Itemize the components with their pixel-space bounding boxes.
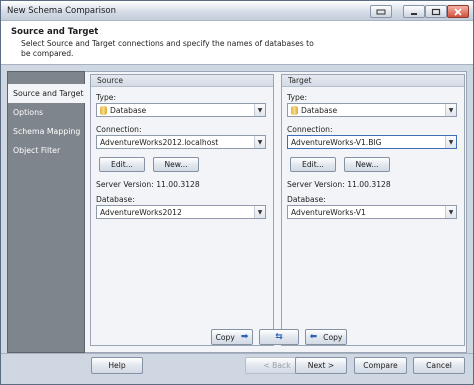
minimize-button[interactable]	[403, 5, 425, 18]
target-server-version: Server Version: 11.00.3128	[287, 180, 391, 189]
source-edit-button[interactable]: Edit...	[99, 157, 145, 172]
compare-button[interactable]: Compare	[354, 357, 407, 374]
source-group-header: Source	[91, 75, 273, 87]
target-database-label: Database:	[287, 195, 326, 204]
next-button[interactable]: Next >	[295, 357, 347, 374]
window-title: New Schema Comparison	[7, 6, 117, 16]
nav-item-label: Schema Mapping	[13, 127, 81, 136]
page-description: Select Source and Target connections and…	[21, 39, 314, 58]
chevron-down-icon[interactable]: ▼	[445, 104, 456, 116]
nav-item-options[interactable]: Options	[8, 103, 84, 122]
target-edit-button[interactable]: Edit...	[290, 157, 336, 172]
arrow-left-icon: ⬅	[309, 332, 318, 342]
arrow-right-icon: ➡	[240, 332, 249, 342]
database-icon	[100, 105, 107, 115]
restore-icon	[376, 9, 386, 14]
source-database-select[interactable]: AdventureWorks2012 ▼	[96, 205, 266, 219]
target-connection-select[interactable]: AdventureWorks-V1.BIG ▼	[287, 135, 457, 149]
swap-arrows-icon: ⇆	[275, 332, 283, 342]
nav-item-label: Object Filter	[13, 146, 61, 155]
target-type-select[interactable]: Database ▼	[287, 103, 457, 117]
help-button[interactable]: Help	[91, 357, 143, 374]
target-database-value: AdventureWorks-V1	[291, 207, 366, 217]
target-type-value: Database	[301, 105, 338, 115]
chevron-down-icon[interactable]: ▼	[254, 136, 265, 148]
nav-item-object-filter[interactable]: Object Filter	[8, 141, 84, 160]
maximize-button[interactable]	[425, 5, 447, 18]
footer-divider	[1, 353, 473, 354]
chevron-down-icon[interactable]: ▼	[254, 206, 265, 218]
nav-item-schema-mapping[interactable]: Schema Mapping	[8, 122, 84, 141]
source-type-select[interactable]: Database ▼	[96, 103, 266, 117]
copy-to-source-label: Copy	[323, 332, 343, 342]
swap-button[interactable]: ⇆	[259, 329, 299, 345]
source-connection-label: Connection:	[96, 125, 142, 134]
dialog-window: New Schema Comparison Source and Target …	[0, 0, 474, 385]
close-icon	[454, 7, 462, 16]
target-type-label: Type:	[287, 93, 307, 102]
copy-to-target-label: Copy	[215, 332, 235, 342]
source-database-value: AdventureWorks2012	[100, 207, 182, 217]
title-bar[interactable]: New Schema Comparison	[1, 1, 473, 21]
restore-button[interactable]	[370, 5, 392, 18]
chevron-down-icon[interactable]: ▼	[445, 206, 456, 218]
target-connection-label: Connection:	[287, 125, 333, 134]
nav-item-label: Source and Target	[13, 89, 84, 98]
source-connection-value: AdventureWorks2012.localhost	[100, 137, 219, 147]
source-type-value: Database	[110, 105, 147, 115]
chevron-down-icon[interactable]: ▼	[445, 136, 456, 148]
target-group-header: Target	[282, 75, 464, 87]
chevron-down-icon[interactable]: ▼	[254, 104, 265, 116]
target-connection-value: AdventureWorks-V1.BIG	[291, 137, 382, 147]
source-server-version: Server Version: 11.00.3128	[96, 180, 200, 189]
source-new-button[interactable]: New...	[153, 157, 199, 172]
target-group: Target Type: Database ▼ Connection: Adve…	[281, 74, 465, 346]
cancel-button[interactable]: Cancel	[413, 357, 465, 374]
source-group: Source Type: Database ▼ Connection: Adve…	[90, 74, 274, 346]
page-title: Source and Target	[11, 27, 99, 37]
database-icon	[291, 105, 298, 115]
source-database-label: Database:	[96, 195, 135, 204]
copy-to-target-button[interactable]: Copy ➡	[211, 329, 253, 345]
target-new-button[interactable]: New...	[344, 157, 390, 172]
wizard-header: Source and Target Select Source and Targ…	[1, 21, 473, 65]
content-panel: Source Type: Database ▼ Connection: Adve…	[85, 71, 467, 353]
nav-item-source-and-target[interactable]: Source and Target	[8, 84, 85, 103]
source-type-label: Type:	[96, 93, 116, 102]
copy-to-source-button[interactable]: ⬅ Copy	[305, 329, 347, 345]
close-button[interactable]	[447, 5, 469, 18]
source-connection-select[interactable]: AdventureWorks2012.localhost ▼	[96, 135, 266, 149]
maximize-icon	[431, 8, 441, 15]
wizard-nav: Source and Target Options Schema Mapping…	[7, 71, 85, 353]
minimize-icon	[411, 12, 417, 15]
nav-item-label: Options	[13, 108, 44, 117]
target-database-select[interactable]: AdventureWorks-V1 ▼	[287, 205, 457, 219]
